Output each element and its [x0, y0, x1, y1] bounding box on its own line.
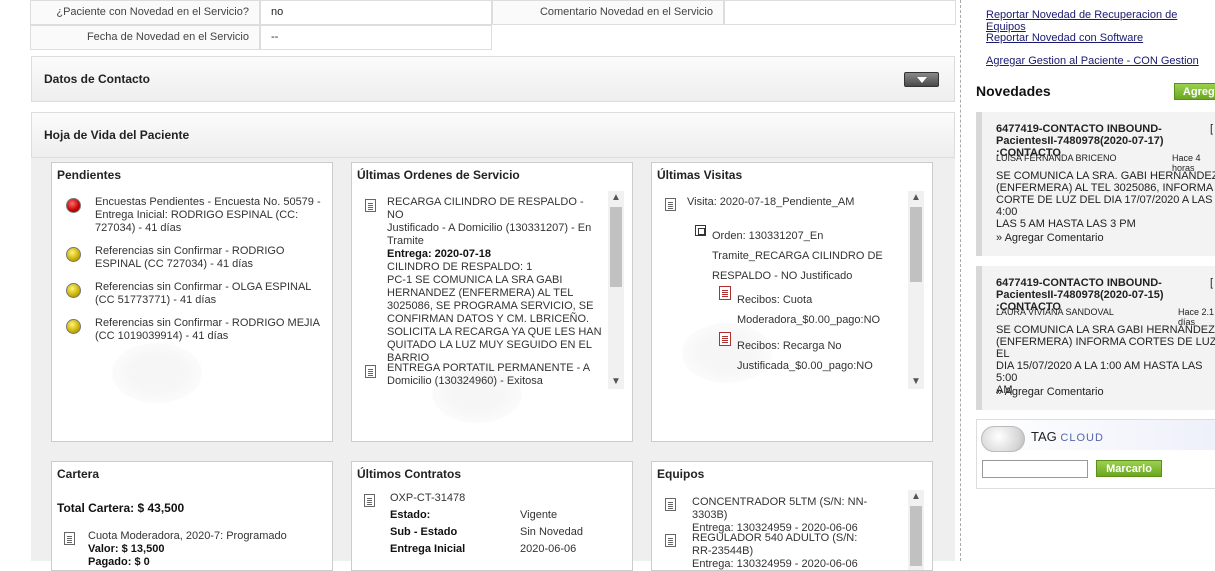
novedad-card: 6477419-CONTACTO INBOUND- PacientesII-74… [976, 112, 1215, 256]
equipo-item[interactable]: CONCENTRADOR 5LTM (S/N: NN-3303B) Entreg… [692, 496, 902, 535]
novedad-value: no [260, 0, 492, 25]
cartera-box: Cartera Total Cartera: $ 43,500 Cuota Mo… [51, 461, 333, 571]
orden-item[interactable]: ENTREGA PORTATIL PERMANENTE - A Domicili… [387, 362, 602, 388]
cartera-title: Cartera [57, 467, 100, 481]
equipo-item[interactable]: REGULADOR 540 ADULTO (S/N: RR-23544B) En… [692, 532, 902, 570]
document-icon [364, 494, 375, 507]
equipos-title: Equipos [657, 467, 705, 481]
ordenes-scrollbar[interactable]: ▲ ▼ [608, 191, 624, 389]
visitas-scrollbar[interactable]: ▲ ▼ [908, 191, 924, 389]
pendiente-item[interactable]: Encuestas Pendientes - Encuesta No. 5057… [95, 196, 330, 235]
tag-cloud-box: TAG CLOUD Marcarlo [976, 419, 1215, 489]
visitas-box: Últimas Visitas Visita: 2020-07-18_Pendi… [651, 162, 933, 442]
ordenes-list: RECARGA CILINDRO DE RESPALDO - NO Justif… [352, 191, 608, 389]
agregar-comentario-link[interactable]: » Agregar Comentario [996, 232, 1104, 244]
datos-contacto-title: Datos de Contacto [44, 72, 151, 86]
equipos-list: CONCENTRADOR 5LTM (S/N: NN-3303B) Entreg… [652, 490, 908, 570]
watermark-logo [112, 343, 202, 403]
fecha-label: Fecha de Novedad en el Servicio [30, 25, 260, 50]
scroll-thumb[interactable] [610, 207, 622, 287]
document-icon [665, 498, 676, 511]
status-yellow-icon [66, 247, 81, 262]
pendiente-item[interactable]: Referencias sin Confirmar - RODRIGO MEJI… [95, 317, 330, 343]
contrato-value: Sin Novedad [520, 526, 583, 538]
agregar-novedad-button[interactable]: Agregar [1174, 83, 1215, 100]
total-cartera: Total Cartera: $ 43,500 [57, 501, 185, 515]
cartera-valor: Valor: $ 13,500 [88, 543, 165, 555]
novedad-body: SE COMUNICA LA SRA. GABI HERNANDEZ (ENFE… [996, 170, 1215, 230]
expand-toggle-button[interactable] [904, 72, 939, 87]
fecha-row: Fecha de Novedad en el Servicio -- [30, 25, 492, 50]
cartera-pagado: Pagado: $ 0 [88, 556, 150, 568]
scroll-up-icon[interactable]: ▲ [908, 191, 924, 205]
link-reportar-software[interactable]: Reportar Novedad con Software [986, 32, 1143, 44]
visita-orden[interactable]: Orden: 130331207_En Tramite_RECARGA CILI… [712, 226, 912, 286]
scroll-thumb[interactable] [910, 207, 922, 282]
contrato-code[interactable]: OXP-CT-31478 [390, 492, 465, 505]
recibo-item[interactable]: Recibos: Cuota Moderadora_$0.00_pago:NO [737, 290, 917, 330]
contrato-label: Estado: [390, 509, 431, 521]
scroll-thumb[interactable] [910, 506, 922, 566]
order-icon [695, 225, 706, 236]
fecha-value: -- [260, 25, 492, 50]
orden-item[interactable]: RECARGA CILINDRO DE RESPALDO - NO Justif… [387, 196, 602, 365]
cloud-icon [981, 426, 1025, 452]
novedad-row: ¿Paciente con Novedad en el Servicio? no… [30, 0, 956, 25]
pendientes-box: Pendientes Encuestas Pendientes - Encues… [51, 162, 333, 442]
status-yellow-icon [66, 319, 81, 334]
column-divider [960, 0, 961, 561]
visita-item[interactable]: Visita: 2020-07-18_Pendiente_AM [687, 196, 854, 209]
receipt-icon [719, 332, 731, 346]
hoja-vida-header: Hoja de Vida del Paciente [31, 112, 955, 158]
comentario-value [724, 0, 956, 25]
bracket: [ [1210, 277, 1214, 289]
agregar-comentario-link[interactable]: » Agregar Comentario [996, 386, 1104, 398]
ordenes-box: Últimas Ordenes de Servicio RECARGA CILI… [351, 162, 633, 442]
contrato-label: Sub - Estado [390, 526, 458, 538]
novedad-card: 6477419-CONTACTO INBOUND- PacientesII-74… [976, 266, 1215, 410]
scroll-up-icon[interactable]: ▲ [908, 490, 924, 504]
link-agregar-gestion[interactable]: Agregar Gestion al Paciente - CON Gestio… [986, 55, 1199, 67]
pendiente-item[interactable]: Referencias sin Confirmar - OLGA ESPINAL… [95, 281, 330, 307]
status-red-icon [66, 198, 81, 213]
receipt-icon [719, 286, 731, 300]
tag-input[interactable] [982, 460, 1088, 478]
scroll-down-icon[interactable]: ▼ [908, 375, 924, 389]
recibo-item[interactable]: Recibos: Recarga No Justificada_$0.00_pa… [737, 336, 917, 376]
datos-contacto-header[interactable]: Datos de Contacto [31, 56, 955, 102]
document-icon [64, 532, 75, 545]
bracket: [ [1210, 123, 1214, 135]
pendiente-item[interactable]: Referencias sin Confirmar - RODRIGO ESPI… [95, 245, 330, 271]
cartera-item[interactable]: Cuota Moderadora, 2020-7: Programado [88, 530, 287, 543]
scroll-down-icon[interactable]: ▼ [608, 375, 624, 389]
contratos-box: Últimos Contratos OXP-CT-31478 Estado: V… [351, 461, 633, 571]
pendientes-title: Pendientes [57, 168, 122, 182]
novedades-title: Novedades [976, 83, 1051, 99]
novedad-author: LUISA FERNANDA BRICENO [996, 153, 1117, 163]
novedad-label: ¿Paciente con Novedad en el Servicio? [30, 0, 260, 25]
equipos-scrollbar[interactable]: ▲ [908, 490, 924, 570]
scroll-up-icon[interactable]: ▲ [608, 191, 624, 205]
contrato-value: 2020-06-06 [520, 543, 577, 555]
link-reportar-recuperacion[interactable]: Reportar Novedad de Recuperacion de Equi… [986, 9, 1215, 33]
tag-cloud-title: TAG CLOUD [1031, 429, 1104, 444]
document-icon [665, 534, 676, 547]
novedad-author: LAURA VIVIANA SANDOVAL [996, 307, 1114, 317]
document-icon [365, 199, 376, 212]
comentario-label: Comentario Novedad en el Servicio [492, 0, 724, 25]
ordenes-title: Últimas Ordenes de Servicio [357, 168, 520, 182]
status-yellow-icon [66, 283, 81, 298]
contrato-label: Entrega Inicial [390, 543, 466, 555]
equipos-box: Equipos CONCENTRADOR 5LTM (S/N: NN-3303B… [651, 461, 933, 571]
marcarlo-button[interactable]: Marcarlo [1096, 460, 1162, 477]
document-icon [665, 198, 676, 211]
contrato-value: Vigente [520, 509, 558, 521]
visitas-title: Últimas Visitas [657, 168, 743, 182]
contratos-title: Últimos Contratos [357, 467, 462, 481]
hoja-vida-title: Hoja de Vida del Paciente [44, 128, 190, 142]
document-icon [365, 365, 376, 378]
